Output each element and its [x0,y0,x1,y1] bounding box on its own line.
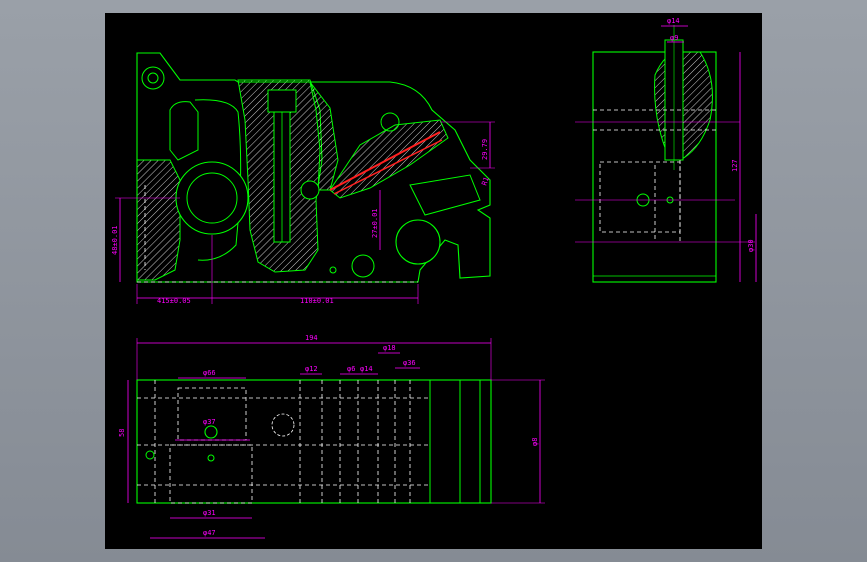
dim-plan-bottom-b: φ47 [203,529,216,537]
front-hole-topleft-inner [147,72,159,84]
dim-plan-top-c: φ6 [347,365,355,373]
side-view: φ14 φ9 127 φ30 [575,17,757,283]
dim-plan-bottom-a: φ31 [203,509,216,517]
hatch-region-left [136,159,181,281]
front-right-arm [409,174,481,216]
dim-plan-right-height: φ8 [531,438,539,446]
dim-front-center-v: 27±0.01 [371,208,379,238]
dim-plan-top-f: φ36 [403,359,416,367]
dim-plan-top-a: φ66 [203,369,216,377]
front-hole-pin [300,180,320,200]
dim-front-angle: R1 [480,176,490,187]
dim-plan-inner-circle: φ37 [203,418,216,426]
front-view: 48±0.01 415±0.05 110±0.01 27±0.01 29.79 … [111,52,495,305]
dim-plan-overall: 194 [305,334,318,342]
dim-plan-top-d: φ14 [360,365,373,373]
plan-circle-lower [207,454,215,462]
dim-front-left-height: 48±0.01 [111,225,119,255]
front-inner-slot [169,101,199,161]
front-hole-lower-right [395,219,441,265]
cad-drawing-canvas[interactable]: 48±0.01 415±0.05 110±0.01 27±0.01 29.79 … [105,13,762,549]
plan-view: 194 58 φ8 φ66 φ12 φ6 φ14 φ18 φ36 φ37 φ31… [118,334,545,539]
front-hole-bottom [351,254,375,278]
dim-side-top-inner: φ9 [670,34,678,42]
drawing-svg: 48±0.01 415±0.05 110±0.01 27±0.01 29.79 … [111,17,757,539]
front-hole-topleft [141,66,165,90]
plan-outline [136,379,492,504]
plan-circle-left [145,450,155,460]
dim-plan-top-b: φ12 [305,365,318,373]
dim-plan-top-e: φ18 [383,344,396,352]
plan-circle-main [204,425,218,439]
front-bolt-head [267,89,297,113]
dim-side-right-lower: φ30 [747,239,755,252]
dim-front-right-v: 29.79 [481,139,489,160]
plan-circle-right [271,413,295,437]
dim-side-top-outer: φ14 [667,17,680,25]
dim-side-right-height: 127 [731,159,739,172]
side-lower-block [599,161,681,233]
dim-front-bottom-right: 110±0.01 [300,297,334,305]
dim-front-bottom-left: 415±0.05 [157,297,191,305]
side-hatch-boss [654,51,713,161]
front-hole-small [329,266,337,274]
dim-plan-left-height: 58 [118,429,126,437]
